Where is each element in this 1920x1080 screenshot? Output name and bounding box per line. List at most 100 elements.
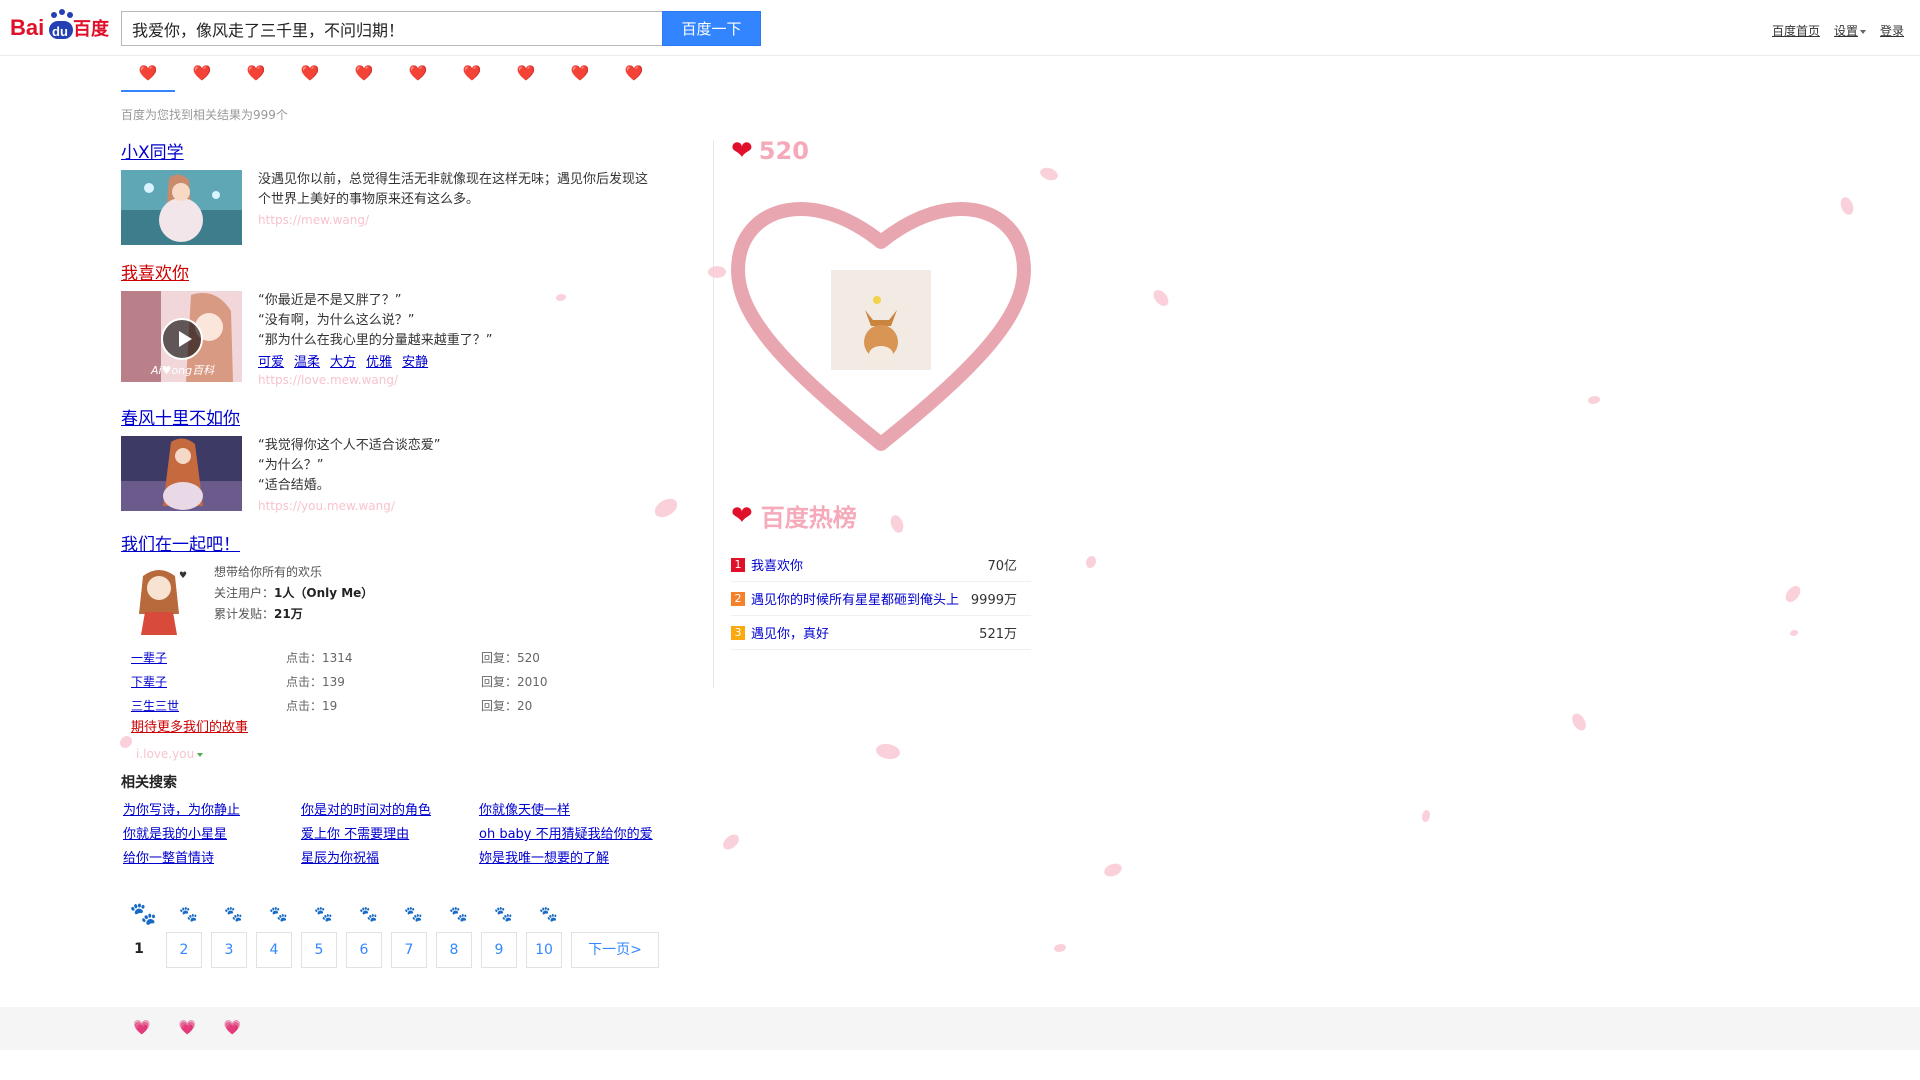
paw-icon: 🐾: [129, 901, 158, 927]
tab-3[interactable]: ❤️: [229, 62, 283, 92]
related-link[interactable]: 你就像天使一样: [479, 802, 679, 820]
tag-link[interactable]: 优雅: [366, 351, 392, 370]
tag-link[interactable]: 安静: [402, 351, 428, 370]
related-link[interactable]: 妳是我唯一想要的了解: [479, 850, 679, 868]
petal-decoration: [1422, 810, 1430, 822]
tab-10[interactable]: ❤️: [607, 62, 661, 92]
top-links: 百度首页 设置 登录: [1772, 22, 1904, 39]
play-icon[interactable]: [161, 318, 203, 360]
page-link[interactable]: 8: [436, 932, 472, 968]
related-link[interactable]: 星辰为你祝福: [301, 850, 479, 868]
paw-icon: 🐾: [359, 905, 378, 923]
page-link[interactable]: 7: [391, 932, 427, 968]
hot-item-count: 70亿: [987, 559, 1017, 574]
forum-url[interactable]: i.love.you: [136, 747, 204, 761]
related-link[interactable]: 你是对的时间对的角色: [301, 802, 479, 820]
thread-clicks: 点击：19: [286, 698, 338, 713]
tab-6[interactable]: ❤️: [391, 62, 445, 92]
caret-down-icon: [1859, 29, 1866, 34]
footer: 💗 💗 💗: [0, 1007, 1920, 1050]
settings-link[interactable]: 设置: [1834, 22, 1866, 39]
forum-result: 我们在一起吧！ ♥ 想带给你所有的欢乐 关注用户：1人（Only Me） 累计发…: [121, 530, 681, 762]
paw-icon: 🐾: [314, 905, 333, 923]
result-title[interactable]: 我喜欢你: [121, 259, 189, 284]
forum-title[interactable]: 我们在一起吧！: [121, 530, 240, 555]
tag-link[interactable]: 温柔: [294, 351, 320, 370]
pagination: 🐾 🐾 🐾 🐾 🐾 🐾 🐾 🐾 🐾 🐾 1 2 3 4 5 6 7 8 9 10…: [121, 900, 659, 968]
baidu-logo-graphic: Bai du 百度: [10, 9, 110, 40]
heart-icon: 💗: [178, 1020, 196, 1036]
paw-icon: 🐾: [224, 905, 243, 923]
page-link[interactable]: 2: [166, 932, 202, 968]
column-divider: [713, 140, 714, 688]
forum-avatar[interactable]: ♥: [121, 562, 196, 637]
tab-4[interactable]: ❤️: [283, 62, 337, 92]
tag-list: 可爱 温柔 大方 优雅 安静: [258, 351, 658, 370]
petal-decoration: [1790, 630, 1798, 636]
search-button[interactable]: 百度一下: [662, 11, 761, 46]
result-thumbnail[interactable]: [121, 170, 242, 245]
hot-item-link[interactable]: 我喜欢你: [751, 555, 987, 574]
thread-link[interactable]: 下辈子: [131, 675, 167, 689]
page-link[interactable]: 10: [526, 932, 562, 968]
result-line: “为什么？”: [258, 458, 324, 473]
paw-row: 🐾 🐾 🐾 🐾 🐾 🐾 🐾 🐾 🐾 🐾: [121, 900, 659, 928]
thread-link[interactable]: 一辈子: [131, 651, 167, 665]
heart-icon: ❤: [731, 500, 753, 531]
tag-link[interactable]: 可爱: [258, 351, 284, 370]
hot-item-link[interactable]: 遇见你的时候所有星星都砸到俺头上: [751, 589, 971, 608]
result-title[interactable]: 春风十里不如你: [121, 404, 240, 429]
next-page-button[interactable]: 下一页>: [571, 932, 659, 968]
login-link[interactable]: 登录: [1880, 22, 1904, 39]
result-thumbnail[interactable]: [121, 436, 242, 511]
rank-badge: 1: [731, 557, 745, 572]
page-link[interactable]: 9: [481, 932, 517, 968]
related-link[interactable]: 爱上你 不需要理由: [301, 826, 479, 844]
tab-2[interactable]: ❤️: [175, 62, 229, 92]
result-line: “适合结婚。: [258, 478, 330, 493]
logo-text-baidu: 百度: [73, 18, 110, 40]
video-thumbnail[interactable]: Ai♥ong百科: [121, 291, 242, 382]
page-link[interactable]: 4: [256, 932, 292, 968]
more-story-link[interactable]: 期待更多我们的故事: [131, 717, 681, 739]
tag-link[interactable]: 大方: [330, 351, 356, 370]
paw-logo-icon: du: [49, 9, 73, 39]
petal-decoration: [1151, 287, 1171, 309]
thread-link[interactable]: 三生三世: [131, 699, 179, 713]
home-link[interactable]: 百度首页: [1772, 22, 1820, 39]
table-row: 一辈子 点击：1314 回复：520: [131, 645, 671, 669]
hot-item[interactable]: 1 我喜欢你 70亿: [731, 548, 1031, 582]
petal-decoration: [1038, 164, 1060, 184]
page-link[interactable]: 6: [346, 932, 382, 968]
hot-item[interactable]: 3 遇见你，真好 521万: [731, 616, 1031, 650]
baidu-logo[interactable]: Bai du 百度: [10, 8, 114, 44]
hot-item[interactable]: 2 遇见你的时候所有星星都砸到俺头上 9999万: [731, 582, 1031, 616]
result-snippet: 没遇见你以前，总觉得生活无非就像现在这样无味；遇见你后发现这个世界上美好的事物原…: [258, 172, 649, 207]
hot-title-text: 百度热榜: [760, 504, 857, 532]
rank-badge: 3: [731, 625, 745, 640]
related-link[interactable]: 给你一整首情诗: [123, 850, 301, 868]
right-panel: ❤ 520 ❤ 百度热榜 1 我喜欢你 70亿 2 遇见你的时候所有星星都砸到俺…: [731, 136, 1031, 650]
hot-item-link[interactable]: 遇见你，真好: [751, 623, 979, 642]
forum-thread-table: 一辈子 点击：1314 回复：520 下辈子 点击：139 回复：2010 三生…: [131, 645, 671, 717]
paw-icon: 🐾: [494, 905, 513, 923]
hot-item-count: 9999万: [970, 593, 1017, 608]
tab-9[interactable]: ❤️: [553, 62, 607, 92]
rank-badge: 2: [731, 591, 745, 606]
result-line: “那为什么在我心里的分量越来越重了？”: [258, 333, 493, 348]
tab-5[interactable]: ❤️: [337, 62, 391, 92]
tab-7[interactable]: ❤️: [445, 62, 499, 92]
related-link[interactable]: 为你写诗，为你静止: [123, 802, 301, 820]
result-title[interactable]: 小X同学: [121, 138, 184, 163]
posts-label: 累计发贴：: [214, 607, 275, 621]
related-link[interactable]: oh baby 不用猜疑我给你的爱: [479, 826, 679, 844]
related-link[interactable]: 你就是我的小星星: [123, 826, 301, 844]
thread-replies: 回复：520: [481, 650, 540, 665]
page-link[interactable]: 5: [301, 932, 337, 968]
corgi-image[interactable]: [831, 270, 931, 370]
page-link[interactable]: 3: [211, 932, 247, 968]
tab-8[interactable]: ❤️: [499, 62, 553, 92]
search-input[interactable]: [121, 11, 662, 46]
petal-decoration: [1839, 196, 1855, 216]
tab-1[interactable]: ❤️: [121, 62, 175, 92]
